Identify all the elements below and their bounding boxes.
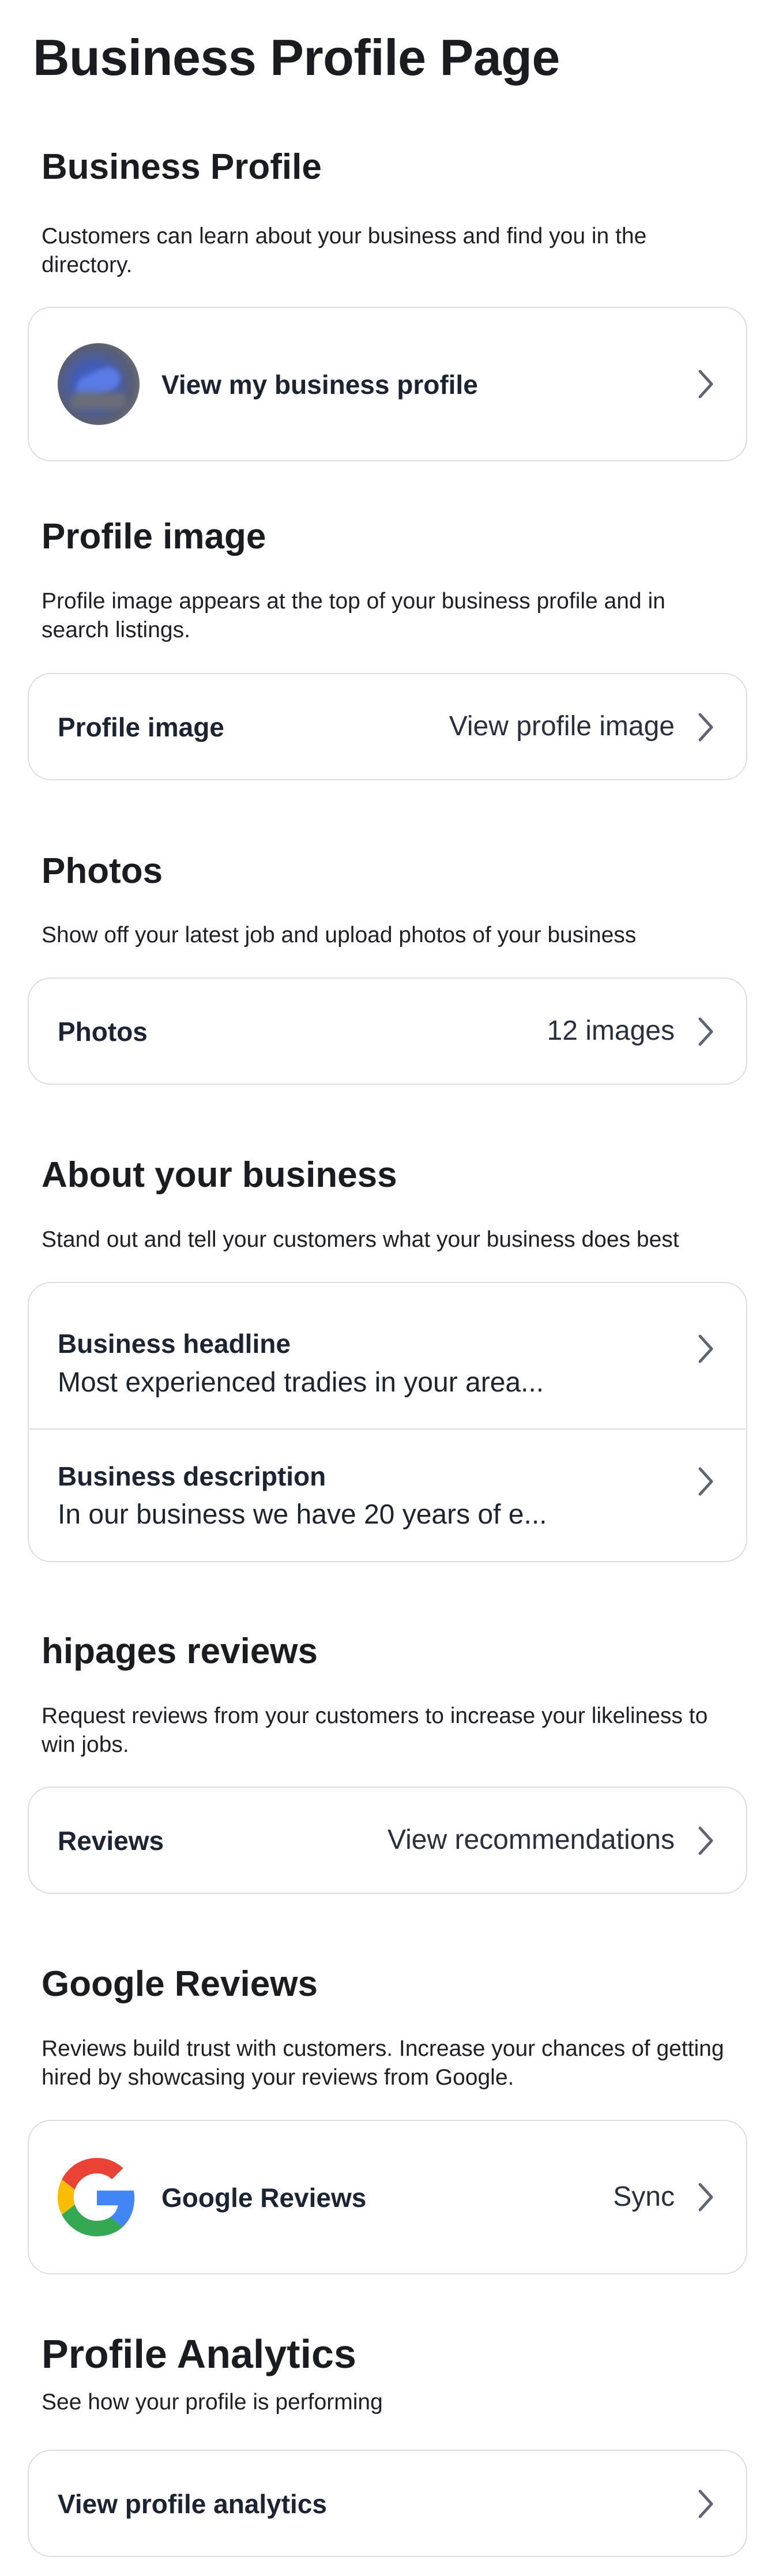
photos-count-value: 12 images (547, 1016, 675, 1046)
chevron-right-icon (694, 1823, 717, 1858)
about-business-title: About your business (42, 1155, 397, 1195)
profile-analytics-description: See how your profile is performing (42, 2390, 383, 2415)
chevron-right-icon (694, 1332, 717, 1366)
divider (29, 1428, 746, 1430)
about-business-description: Stand out and tell your customers what y… (42, 1227, 679, 1252)
photos-description: Show off your latest job and upload phot… (42, 923, 637, 947)
reviews-card[interactable]: Reviews View recommendations (28, 1787, 747, 1894)
chevron-right-icon (694, 2487, 717, 2521)
google-reviews-label: Google Reviews (161, 2183, 367, 2213)
page-title: Business Profile Page (33, 29, 560, 86)
reviews-label: Reviews (58, 1826, 164, 1856)
hipages-reviews-title: hipages reviews (42, 1631, 318, 1671)
about-business-card: Business headline Most experienced tradi… (28, 1282, 747, 1562)
business-headline-value[interactable]: Most experienced tradies in your area... (58, 1367, 544, 1398)
profile-analytics-title: Profile Analytics (42, 2331, 356, 2376)
view-business-profile-label: View my business profile (161, 370, 478, 400)
photos-title: Photos (42, 851, 163, 891)
business-description-label: Business description (58, 1461, 326, 1491)
view-profile-analytics-label: View profile analytics (58, 2489, 328, 2519)
chevron-right-icon (694, 1464, 717, 1499)
view-business-profile-card[interactable]: View my business profile (28, 307, 747, 461)
view-profile-image-value: View profile image (449, 711, 675, 742)
profile-image-label: Profile image (58, 712, 224, 742)
google-reviews-description: Reviews build trust with customers. Incr… (42, 2036, 724, 2090)
sync-value: Sync (613, 2182, 675, 2212)
profile-image-title: Profile image (42, 517, 266, 556)
photos-label: Photos (58, 1017, 148, 1047)
profile-image-card[interactable]: Profile image View profile image (28, 673, 747, 780)
business-description-value[interactable]: In our business we have 20 years of e... (58, 1499, 547, 1530)
photos-card[interactable]: Photos 12 images (28, 977, 747, 1085)
google-reviews-title: Google Reviews (42, 1964, 318, 2004)
hipages-reviews-description: Request reviews from your customers to i… (42, 1703, 708, 1757)
business-headline-label: Business headline (58, 1329, 291, 1359)
business-profile-title: Business Profile (42, 147, 322, 187)
chevron-right-icon (694, 2180, 717, 2214)
profile-image-description: Profile image appears at the top of your… (42, 589, 665, 642)
view-profile-analytics-card[interactable]: View profile analytics (28, 2450, 747, 2557)
google-logo-icon (58, 2158, 136, 2236)
chevron-right-icon (694, 710, 717, 744)
chevron-right-icon (694, 367, 717, 401)
view-recommendations-value: View recommendations (387, 1825, 675, 1855)
business-avatar (58, 343, 140, 425)
chevron-right-icon (694, 1014, 717, 1049)
google-reviews-card[interactable]: Google Reviews Sync (28, 2120, 747, 2274)
business-profile-description: Customers can learn about your business … (42, 224, 647, 277)
